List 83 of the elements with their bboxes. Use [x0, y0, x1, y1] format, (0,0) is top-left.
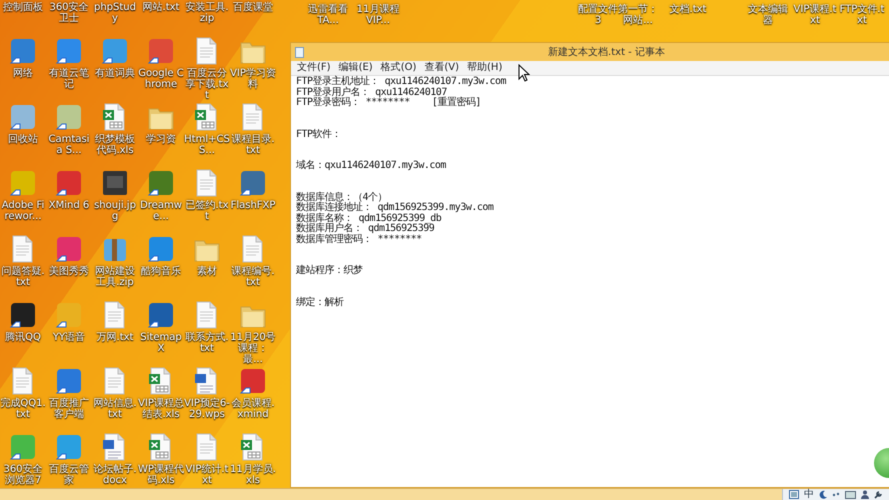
- text-line: 域名：qxu1146240107.my3w.com: [296, 161, 447, 172]
- text-line: FTP登录用户名： qxu1146240107: [296, 88, 447, 98]
- icon-label[interactable]: YY语音: [46, 332, 92, 343]
- text-line: 数据库连接地址： qdm156925399.my3w.com: [296, 203, 494, 213]
- icon-label[interactable]: 论坛帖子.docx: [92, 464, 138, 486]
- icon-label[interactable]: 美图秀秀: [46, 266, 92, 277]
- person-icon[interactable]: [861, 490, 869, 499]
- icon-label[interactable]: 已签约.txt: [184, 200, 230, 222]
- icon-label[interactable]: 11月20号课程：最...: [230, 332, 276, 365]
- icon-label[interactable]: 11月课程VIP...: [355, 4, 401, 26]
- icon-label[interactable]: 安装工具.zip: [184, 2, 230, 24]
- menu-item[interactable]: 编辑(E): [336, 62, 375, 74]
- icon-label[interactable]: 腾讯QQ: [0, 332, 46, 343]
- icon-label[interactable]: WP课程代码.xls: [138, 464, 184, 486]
- icon-label[interactable]: 迅雷看看TA...: [305, 4, 351, 26]
- icon-label[interactable]: 会员课程.xmind: [230, 398, 276, 420]
- icon-label[interactable]: 问题答疑.txt: [0, 266, 46, 288]
- icon-label[interactable]: shouji.jpg: [92, 200, 138, 222]
- icon-label[interactable]: 网络: [0, 68, 46, 79]
- icon-label[interactable]: 学习资: [138, 134, 184, 145]
- menu-item[interactable]: 查看(V): [422, 62, 462, 74]
- icon-label[interactable]: VIP预定6-29.wps: [184, 398, 230, 420]
- icon-label[interactable]: XMind 6: [46, 200, 92, 211]
- icon-label[interactable]: Adobe Firewor...: [0, 200, 46, 222]
- icon-label[interactable]: Html+CSS...: [184, 134, 230, 156]
- text-line: 绑定：解析: [296, 298, 345, 308]
- notepad-icon: [295, 46, 304, 58]
- dots-icon[interactable]: [832, 490, 840, 499]
- icon-label[interactable]: 百度推广客户端: [46, 398, 92, 420]
- menu-item[interactable]: 格式(O): [378, 62, 418, 74]
- wrench-icon[interactable]: [874, 490, 883, 499]
- icon-label[interactable]: 有道词典: [92, 68, 138, 79]
- text-line: 数据库信息：（4个）: [296, 192, 388, 202]
- icon-label[interactable]: 万网.txt: [92, 332, 138, 343]
- icon-label[interactable]: VIP学习资料: [230, 68, 276, 90]
- icon-label[interactable]: 文本编辑器: [745, 4, 791, 26]
- icon-label[interactable]: VIP课程总结表.xls: [138, 398, 184, 420]
- text-line: FTP登录密码： ******** [重置密码]: [296, 98, 482, 108]
- icon-label[interactable]: 网站建设工具.zip: [92, 266, 138, 288]
- icon-label[interactable]: 回收站: [0, 134, 46, 145]
- icon-label[interactable]: 网站信息.txt: [92, 398, 138, 420]
- app-icon[interactable]: [146, 300, 176, 330]
- icon-label[interactable]: 课程编号.txt: [230, 266, 276, 288]
- app-icon[interactable]: [8, 300, 38, 330]
- image-file-icon[interactable]: [100, 168, 130, 198]
- text-line: 数据库管理密码： ********: [296, 234, 423, 245]
- moon-icon[interactable]: [819, 490, 827, 499]
- icon-label[interactable]: VIP课程.txt: [792, 4, 838, 26]
- icon-label[interactable]: 有道云笔记: [46, 68, 92, 90]
- text-line: 建站程序：织梦: [296, 266, 364, 276]
- icon-label[interactable]: FTP文件.txt: [839, 4, 885, 26]
- icon-label[interactable]: 11月学员.xls: [230, 464, 276, 486]
- icon-label[interactable]: 360安全卫士: [46, 2, 92, 24]
- icon-label[interactable]: 酷狗音乐: [138, 266, 184, 277]
- icon-label[interactable]: Dreamwe...: [138, 200, 184, 222]
- text-line: 数据库用户名： qdm156925399: [296, 224, 434, 234]
- icon-label[interactable]: Camtasia S...: [46, 134, 92, 156]
- icon-label[interactable]: 联系方式.txt: [184, 332, 230, 354]
- icon-label[interactable]: Google Chrome: [138, 68, 184, 90]
- icon-label[interactable]: 课程目录.txt: [230, 134, 276, 156]
- icon-label[interactable]: 网站.txt: [138, 2, 184, 13]
- input-method-indicator[interactable]: 中: [804, 490, 814, 500]
- image-icon[interactable]: [789, 490, 799, 499]
- icon-label[interactable]: SitemapX: [138, 332, 184, 354]
- menu-item[interactable]: 帮助(H): [465, 62, 504, 74]
- icon-label[interactable]: FlashFXP: [230, 200, 276, 211]
- icon-label[interactable]: 文档.txt: [665, 4, 711, 15]
- icon-label[interactable]: 360安全浏览器7: [0, 464, 46, 486]
- menu-item[interactable]: 文件(F): [295, 62, 333, 74]
- text-line: FTP登录主机地址： qxu1146240107.my3w.com: [296, 77, 508, 87]
- text-line: FTP软件：: [296, 130, 342, 140]
- icon-label[interactable]: 百度云管家: [46, 464, 92, 486]
- icon-label[interactable]: VIP统计.txt: [184, 464, 230, 486]
- icon-label[interactable]: 素材: [184, 266, 230, 277]
- icon-label[interactable]: phpStudy: [92, 2, 138, 24]
- icon-label[interactable]: 完成QQ1.txt: [0, 398, 46, 420]
- text-line: 数据库名称： qdm156925399_db: [296, 214, 442, 224]
- icon-label[interactable]: 百度课堂: [230, 2, 276, 13]
- window-title: 新建文本文档.txt - 记事本: [547, 46, 666, 59]
- icon-label[interactable]: 织梦模板代码.xls: [92, 134, 138, 156]
- icon-label[interactable]: 百度云分享下载.txt: [184, 68, 230, 101]
- icon-label[interactable]: 控制面板: [0, 2, 46, 13]
- keyboard-icon[interactable]: [845, 490, 856, 498]
